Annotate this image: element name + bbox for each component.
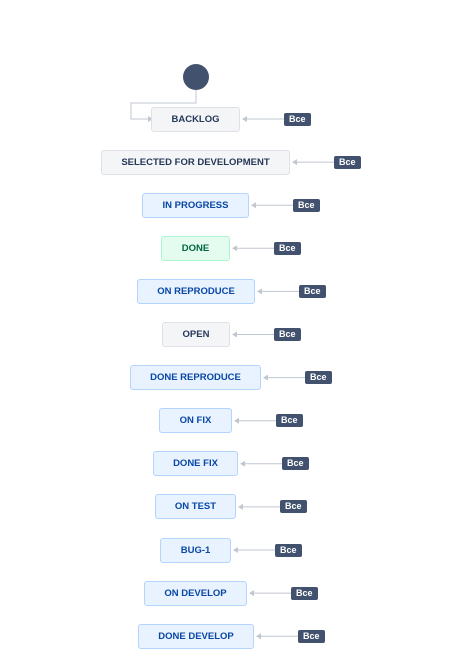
all-transition-badge[interactable]: Все	[291, 586, 318, 600]
all-transition-badge[interactable]: Все	[293, 198, 320, 212]
all-transition-arrow	[238, 503, 243, 510]
all-transition-badge[interactable]: Все	[274, 328, 301, 341]
all-transition-arrow	[233, 547, 238, 553]
all-transition-arrow	[242, 116, 247, 122]
status-backlog[interactable]: BACKLOG	[151, 106, 240, 132]
all-transition-arrow	[292, 159, 297, 166]
status-done[interactable]: DONE	[161, 235, 230, 261]
status-on-reproduce[interactable]: ON REPRODUCE	[137, 278, 255, 304]
status-bug-1[interactable]: BUG-1	[160, 537, 231, 563]
all-transition-arrow	[251, 202, 256, 209]
status-on-fix[interactable]: ON FIX	[159, 408, 232, 434]
status-done-fix[interactable]: DONE FIX	[153, 451, 238, 477]
status-in-progress[interactable]: IN PROGRESS	[142, 192, 249, 218]
all-transition-arrow	[257, 288, 262, 295]
status-done-reproduce[interactable]: DONE REPRODUCE	[130, 365, 261, 391]
start-node[interactable]	[183, 64, 209, 90]
all-transition-badge[interactable]: Все	[280, 500, 307, 514]
all-transition-arrow	[263, 374, 268, 381]
all-transition-arrow	[232, 245, 237, 252]
transition-connectors	[130, 90, 334, 640]
all-transition-badge[interactable]: Все	[276, 414, 303, 428]
status-selected-for-development[interactable]: SELECTED FOR DEVELOPMENT	[101, 149, 290, 175]
all-transition-badge[interactable]: Все	[282, 457, 309, 471]
all-transition-badge[interactable]: Все	[284, 112, 311, 126]
all-transition-badge[interactable]: Все	[275, 543, 302, 557]
all-transition-arrow	[232, 331, 237, 338]
status-on-develop[interactable]: ON DEVELOP	[144, 580, 247, 606]
all-transition-badge[interactable]: Все	[299, 284, 326, 298]
all-transition-badge[interactable]: Все	[298, 629, 325, 643]
all-transition-arrow	[240, 460, 245, 467]
all-transition-badge[interactable]: Все	[334, 155, 361, 169]
all-transition-arrow	[234, 417, 239, 424]
all-transition-badge[interactable]: Все	[274, 241, 301, 255]
all-transition-arrow	[249, 590, 254, 597]
status-on-test[interactable]: ON TEST	[155, 494, 236, 520]
all-transition-badge[interactable]: Все	[305, 371, 332, 385]
all-transition-arrow	[256, 633, 261, 640]
status-done-develop[interactable]: DONE DEVELOP	[138, 623, 254, 649]
status-open[interactable]: OPEN	[162, 322, 230, 347]
workflow-diagram: BACKLOG Все SELECTED FOR DEVELOPMENT Все IN …	[0, 0, 472, 670]
